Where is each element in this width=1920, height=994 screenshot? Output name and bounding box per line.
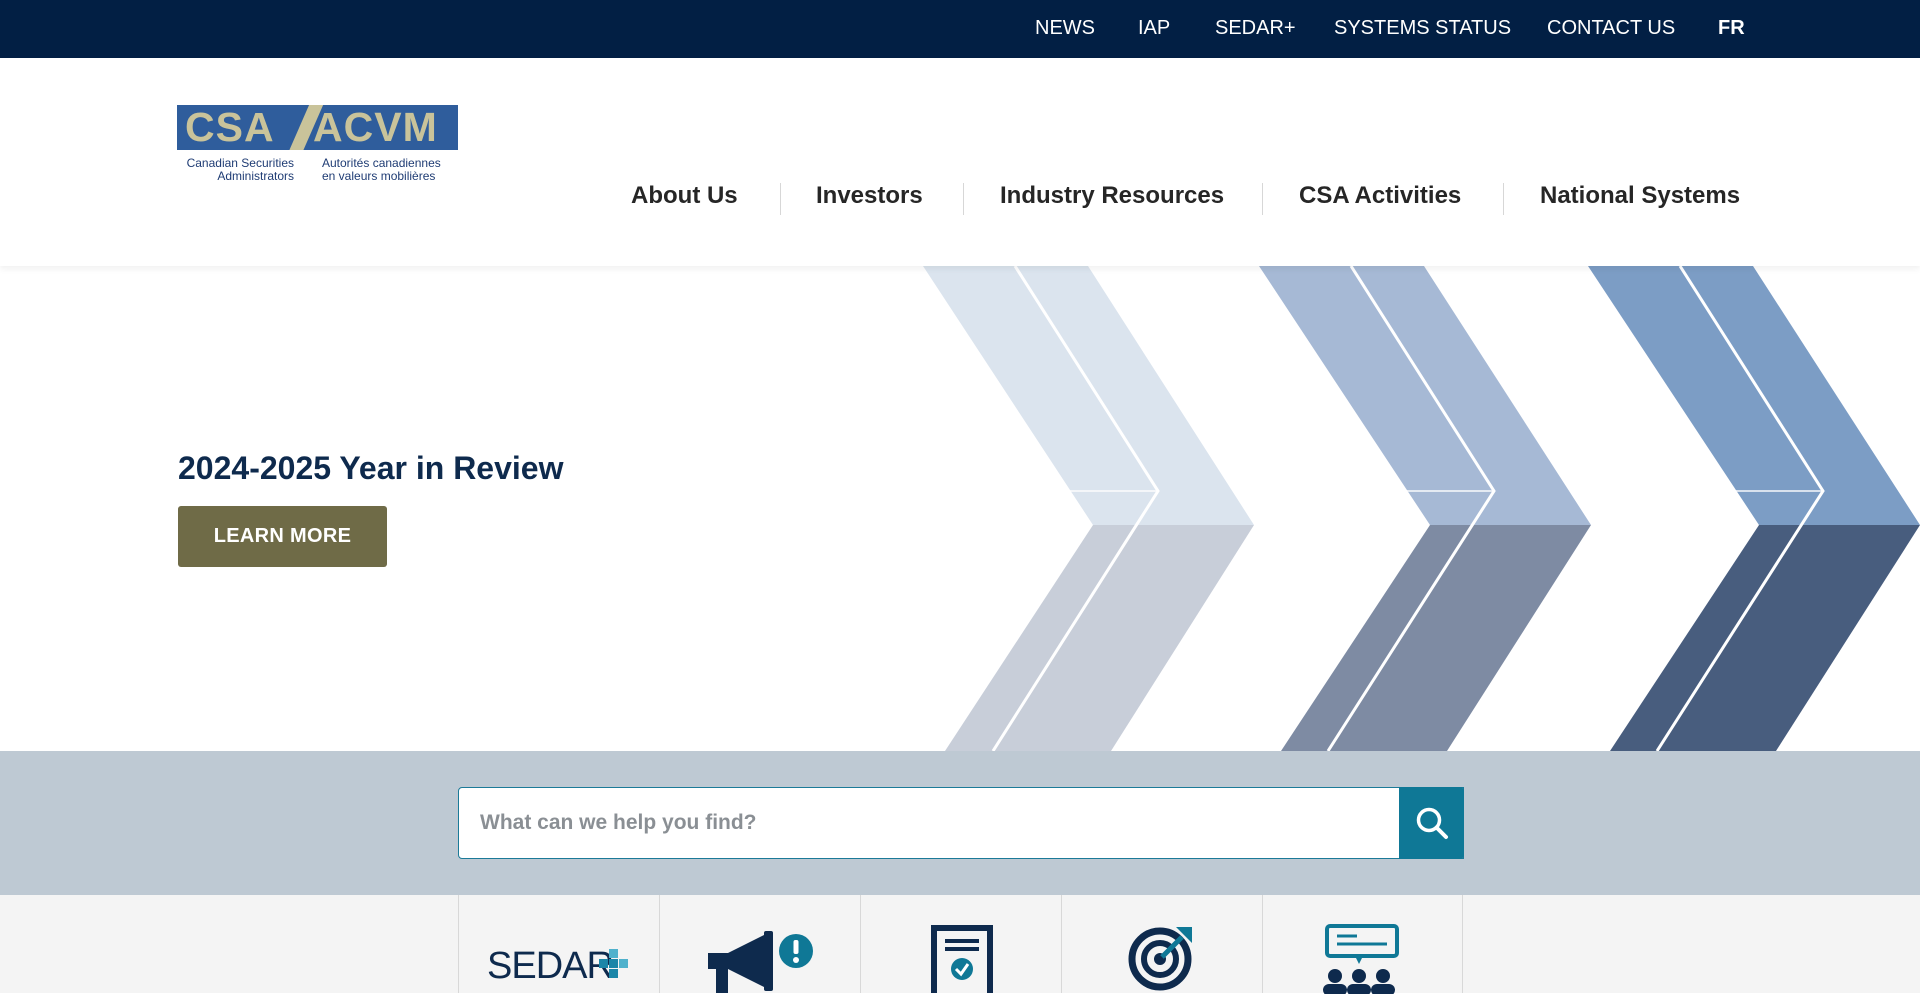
quick-link-engagement[interactable] (1262, 895, 1463, 994)
logo-english-name: Canadian Securities Administrators (186, 156, 294, 183)
site-header: CSA ACVM Canadian Securities Administrat… (0, 58, 1920, 266)
nav-industry-resources[interactable]: Industry Resources (1000, 178, 1224, 218)
megaphone-alert-icon (708, 931, 813, 993)
nav-csa-activities[interactable]: CSA Activities (1299, 178, 1461, 218)
logo-mark: CSA ACVM (177, 105, 458, 150)
quick-link-registration[interactable] (860, 895, 1061, 993)
search-button[interactable] (1399, 787, 1464, 859)
group-discussion-icon (1323, 924, 1399, 994)
quick-link-sedar[interactable]: SEDAR (458, 895, 659, 993)
quick-links: SEDAR (0, 895, 1920, 994)
utility-link-contact[interactable]: CONTACT US (1547, 0, 1675, 58)
csa-logo[interactable]: CSA ACVM Canadian Securities Administrat… (177, 105, 458, 205)
certificate-check-icon (931, 925, 993, 993)
logo-acvm-text: ACVM (313, 105, 438, 150)
search-band (0, 751, 1920, 895)
search-icon (1416, 807, 1448, 839)
sedar-plus-icon (599, 949, 628, 978)
nav-divider (780, 183, 781, 215)
search-input[interactable] (459, 788, 1394, 858)
logo-csa-text: CSA (185, 105, 275, 150)
utility-link-iap[interactable]: IAP (1138, 0, 1170, 58)
nav-national-systems[interactable]: National Systems (1540, 178, 1740, 218)
nav-divider (1262, 183, 1263, 215)
utility-link-systems-status[interactable]: SYSTEMS STATUS (1334, 0, 1511, 58)
quick-link-alerts[interactable] (659, 895, 860, 993)
quick-link-goals[interactable] (1061, 895, 1262, 993)
language-toggle[interactable]: FR (1718, 0, 1745, 58)
learn-more-button[interactable]: LEARN MORE (178, 506, 387, 567)
utility-link-news[interactable]: NEWS (1035, 0, 1095, 58)
hero-banner: 2024-2025 Year in Review LEARN MORE (0, 266, 1920, 751)
nav-investors[interactable]: Investors (816, 178, 923, 218)
sedar-plus-logo: SEDAR (487, 945, 614, 987)
target-arrow-icon (1128, 927, 1192, 991)
nav-about-us[interactable]: About Us (631, 178, 738, 218)
hero-title: 2024-2025 Year in Review (178, 450, 564, 486)
search-bar (458, 787, 1464, 859)
utility-bar: NEWS IAP SEDAR+ SYSTEMS STATUS CONTACT U… (0, 0, 1920, 58)
nav-divider (963, 183, 964, 215)
nav-divider (1503, 183, 1504, 215)
logo-french-name: Autorités canadiennes en valeurs mobiliè… (322, 156, 441, 183)
utility-link-sedar[interactable]: SEDAR+ (1215, 0, 1296, 58)
